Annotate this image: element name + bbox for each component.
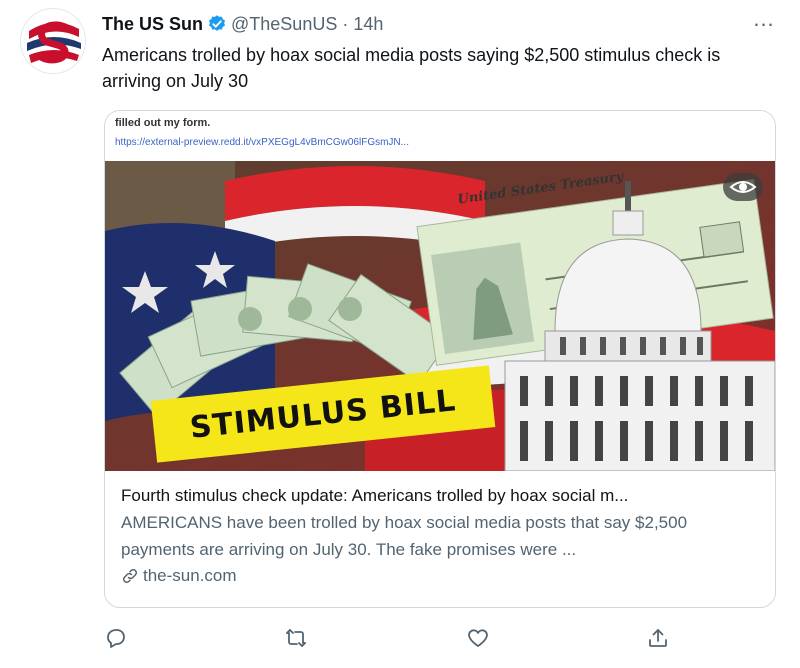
card-body[interactable]: Fourth stimulus check update: Americans … [105, 471, 775, 601]
image-caption-text: filled out my form. [115, 117, 211, 129]
share-icon[interactable] [646, 626, 670, 650]
reply-icon[interactable] [104, 626, 128, 650]
display-name[interactable]: The US Sun [102, 14, 203, 35]
verified-badge-icon [209, 15, 226, 31]
card-domain-text: the-sun.com [143, 566, 237, 585]
tweet[interactable]: The US Sun @TheSunUS · 14h ... Americans… [0, 0, 800, 668]
tweet-action-bar [0, 620, 800, 656]
link-card[interactable]: filled out my form. https://external-pre… [104, 110, 776, 608]
image-caption-strip: filled out my form. https://external-pre… [105, 111, 775, 161]
card-title[interactable]: Fourth stimulus check update: Americans … [121, 483, 759, 509]
avatar[interactable] [20, 8, 86, 74]
retweet-icon[interactable] [284, 626, 308, 650]
eye-icon [729, 181, 757, 193]
tweet-text: Americans trolled by hoax social media p… [102, 45, 721, 91]
tweet-header: The US Sun @TheSunUS · 14h [102, 12, 383, 36]
image-caption-link: https://external-preview.redd.it/vxPXEGg… [115, 137, 409, 148]
timestamp[interactable]: 14h [353, 14, 383, 35]
card-image[interactable]: filled out my form. https://external-pre… [105, 111, 775, 471]
the-sun-logo [21, 9, 85, 73]
link-icon [122, 568, 138, 584]
separator-dot: · [342, 13, 349, 34]
handle[interactable]: @TheSunUS [231, 14, 337, 35]
more-options-icon[interactable]: ... [750, 8, 778, 34]
like-icon[interactable] [466, 626, 490, 650]
card-domain[interactable]: the-sun.com [121, 563, 759, 589]
card-description: AMERICANS have been trolled by hoax soci… [121, 513, 688, 559]
sensitive-media-toggle[interactable] [723, 173, 763, 201]
